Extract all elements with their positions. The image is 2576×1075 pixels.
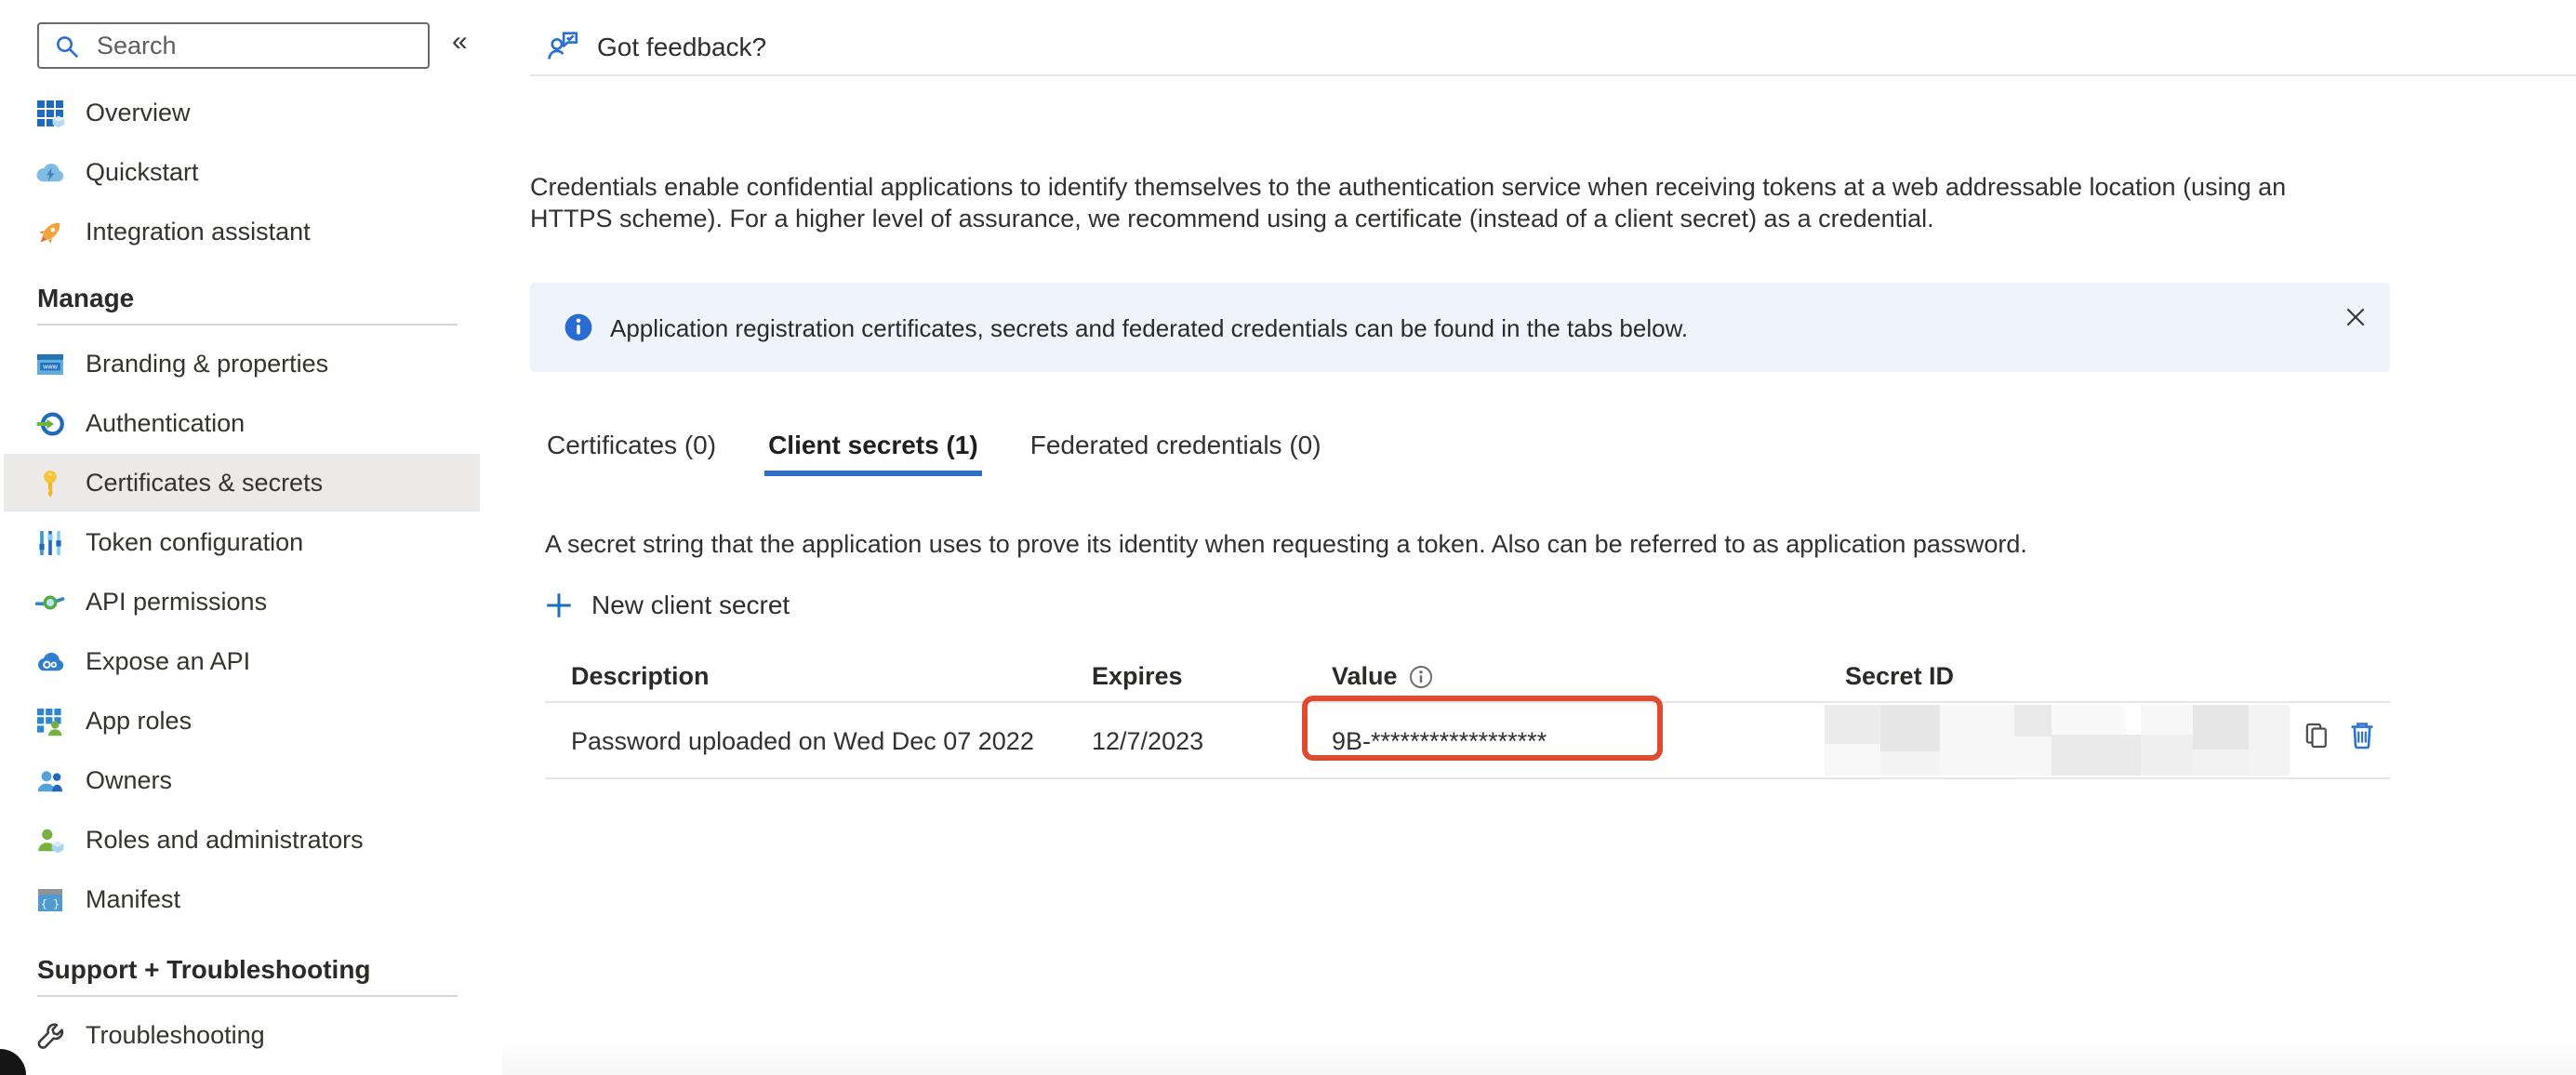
sidebar-item-label: Authentication <box>86 409 245 437</box>
key-icon <box>35 468 65 498</box>
sidebar-item-integration-assistant[interactable]: Integration assistant <box>4 203 480 260</box>
toolbar-divider <box>530 74 2576 76</box>
code-window-icon: { } <box>35 884 65 914</box>
sidebar-item-label: Certificates & secrets <box>86 469 323 497</box>
close-icon[interactable] <box>2345 307 2366 327</box>
sign-in-icon <box>35 408 65 438</box>
sidebar-item-certificates-secrets[interactable]: Certificates & secrets <box>4 454 480 511</box>
client-secrets-table: Description Expires Value Secret ID Pass… <box>545 651 2390 779</box>
search-icon <box>54 33 80 59</box>
browser-www-icon: www <box>35 349 65 378</box>
credentials-tabs: Certificates (0) Client secrets (1) Fede… <box>543 430 1325 476</box>
feedback-icon <box>545 28 580 63</box>
sidebar-item-overview[interactable]: Overview <box>4 84 480 141</box>
copy-secret-id-button[interactable] <box>2303 722 2330 750</box>
sidebar-item-label: Expose an API <box>86 647 250 675</box>
sidebar-item-label: Owners <box>86 766 172 794</box>
grid-person-icon <box>35 706 65 736</box>
plus-icon <box>545 591 573 618</box>
cloud-gears-icon <box>35 646 65 676</box>
api-connector-icon <box>35 587 65 617</box>
sidebar-item-authentication[interactable]: Authentication <box>4 394 480 452</box>
sidebar-item-label: Quickstart <box>86 158 199 186</box>
secret-description-cell: Password uploaded on Wed Dec 07 2022 <box>545 726 1092 754</box>
sidebar-item-label: Token configuration <box>86 528 303 556</box>
column-header-value: Value <box>1332 662 1398 690</box>
sidebar-item-expose-an-api[interactable]: Expose an API <box>4 632 480 690</box>
info-circle-icon[interactable] <box>1409 663 1435 689</box>
sidebar-item-label: App roles <box>86 707 192 735</box>
sidebar-divider <box>37 995 458 997</box>
delete-secret-button[interactable] <box>2347 720 2377 750</box>
collapse-sidebar-button[interactable]: « <box>452 26 468 58</box>
table-header-row: Description Expires Value Secret ID <box>545 651 2390 703</box>
sidebar-item-label: Overview <box>86 99 191 126</box>
sidebar-item-token-configuration[interactable]: Token configuration <box>4 513 480 571</box>
tab-client-secrets[interactable]: Client secrets (1) <box>764 430 982 476</box>
sidebar-item-api-permissions[interactable]: API permissions <box>4 573 480 630</box>
sidebar-section-manage: Manage <box>0 277 495 318</box>
app-registration-certificates-page: « Overview Quickstart <box>0 0 2576 1075</box>
overview-grid-icon <box>35 98 65 127</box>
column-header-description: Description <box>545 662 1092 690</box>
column-header-expires: Expires <box>1092 662 1317 690</box>
sidebar-item-manifest[interactable]: { } Manifest <box>4 870 480 928</box>
sidebar-item-quickstart[interactable]: Quickstart <box>4 143 480 201</box>
new-client-secret-label: New client secret <box>591 590 790 619</box>
svg-text:{ }: { } <box>41 898 59 909</box>
bottom-gradient <box>502 1038 2576 1075</box>
rocket-icon <box>35 217 65 246</box>
sidebar-item-label: Troubleshooting <box>86 1021 265 1049</box>
new-client-secret-button[interactable]: New client secret <box>545 590 790 619</box>
secret-id-redacted <box>1825 705 2290 776</box>
sidebar-item-branding-properties[interactable]: www Branding & properties <box>4 335 480 392</box>
sidebar-item-label: Integration assistant <box>86 218 311 246</box>
feedback-label: Got feedback? <box>597 31 766 60</box>
sidebar-item-owners[interactable]: Owners <box>4 751 480 809</box>
secret-value-cell: 9B-****************** <box>1317 726 1845 754</box>
got-feedback-button[interactable]: Got feedback? <box>545 28 766 63</box>
sidebar-section-support: Support + Troubleshooting <box>0 949 495 989</box>
sidebar-item-label: Roles and administrators <box>86 826 364 854</box>
sidebar-item-roles-and-administrators[interactable]: Roles and administrators <box>4 811 480 869</box>
sidebar-divider <box>37 324 458 325</box>
sidebar-item-troubleshooting[interactable]: Troubleshooting <box>4 1006 480 1064</box>
sidebar: « Overview Quickstart <box>0 0 495 1075</box>
search-input[interactable] <box>93 30 428 61</box>
wrench-icon <box>35 1020 65 1050</box>
sidebar-item-label: API permissions <box>86 588 267 616</box>
sidebar-item-app-roles[interactable]: App roles <box>4 692 480 750</box>
sidebar-search <box>37 22 430 69</box>
sidebar-nav: Overview Quickstart Integration assistan… <box>0 84 495 1066</box>
secret-expires-cell: 12/7/2023 <box>1092 726 1317 754</box>
client-secret-description: A secret string that the application use… <box>545 529 2027 557</box>
credentials-intro-text: Credentials enable confidential applicat… <box>530 170 2325 235</box>
sliders-icon <box>35 527 65 557</box>
person-cube-icon <box>35 825 65 855</box>
info-icon <box>564 312 593 342</box>
sidebar-item-label: Manifest <box>86 885 180 913</box>
column-header-secret-id: Secret ID <box>1845 662 2390 690</box>
info-banner: Application registration certificates, s… <box>530 283 2390 372</box>
tab-certificates[interactable]: Certificates (0) <box>543 430 720 476</box>
tab-federated-credentials[interactable]: Federated credentials (0) <box>1027 430 1325 476</box>
info-banner-text: Application registration certificates, s… <box>610 283 1688 372</box>
two-people-icon <box>35 765 65 795</box>
svg-text:www: www <box>42 362 58 370</box>
cloud-lightning-icon <box>35 157 65 187</box>
sidebar-item-label: Branding & properties <box>86 350 328 378</box>
